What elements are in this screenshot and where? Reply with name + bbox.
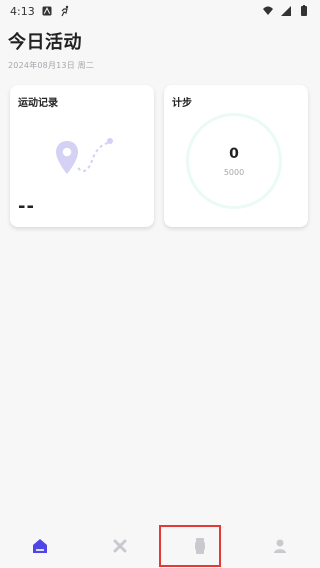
step-count-title: 计步	[172, 98, 192, 109]
step-count-value: 0	[229, 145, 239, 162]
step-count-card[interactable]: 计步 0 5000	[164, 85, 308, 227]
nav-home[interactable]	[0, 524, 80, 568]
battery-icon	[298, 5, 310, 17]
home-icon	[33, 539, 47, 553]
nav-sport[interactable]	[80, 524, 160, 568]
step-progress-ring: 0 5000	[186, 113, 282, 209]
exercise-record-value: --	[18, 196, 35, 217]
nav-watch[interactable]	[159, 524, 240, 568]
status-right	[262, 5, 310, 17]
activity-cards: 运动记录 -- 计步 0 5000	[10, 85, 310, 227]
notification-icon	[41, 5, 53, 17]
step-goal-value: 5000	[223, 167, 245, 177]
status-time: 4:13	[10, 4, 35, 18]
exercise-record-title: 运动记录	[18, 98, 58, 109]
page-title: 今日活动	[8, 32, 82, 53]
profile-icon	[274, 539, 286, 553]
exercise-record-card[interactable]: 运动记录 --	[10, 85, 154, 227]
page-date: 2024年08月13日 周二	[8, 61, 95, 70]
bottom-nav	[0, 524, 320, 568]
sport-icon	[113, 539, 127, 553]
status-bar: 4:13	[0, 0, 320, 22]
status-left: 4:13	[10, 5, 71, 18]
signal-icon	[280, 5, 292, 17]
header: 今日活动 2024年08月13日 周二	[8, 28, 312, 71]
wifi-icon	[262, 5, 274, 17]
nav-profile[interactable]	[240, 524, 320, 568]
running-icon	[59, 5, 71, 17]
nav-highlight-box	[159, 525, 221, 567]
route-map-icon	[52, 133, 122, 183]
